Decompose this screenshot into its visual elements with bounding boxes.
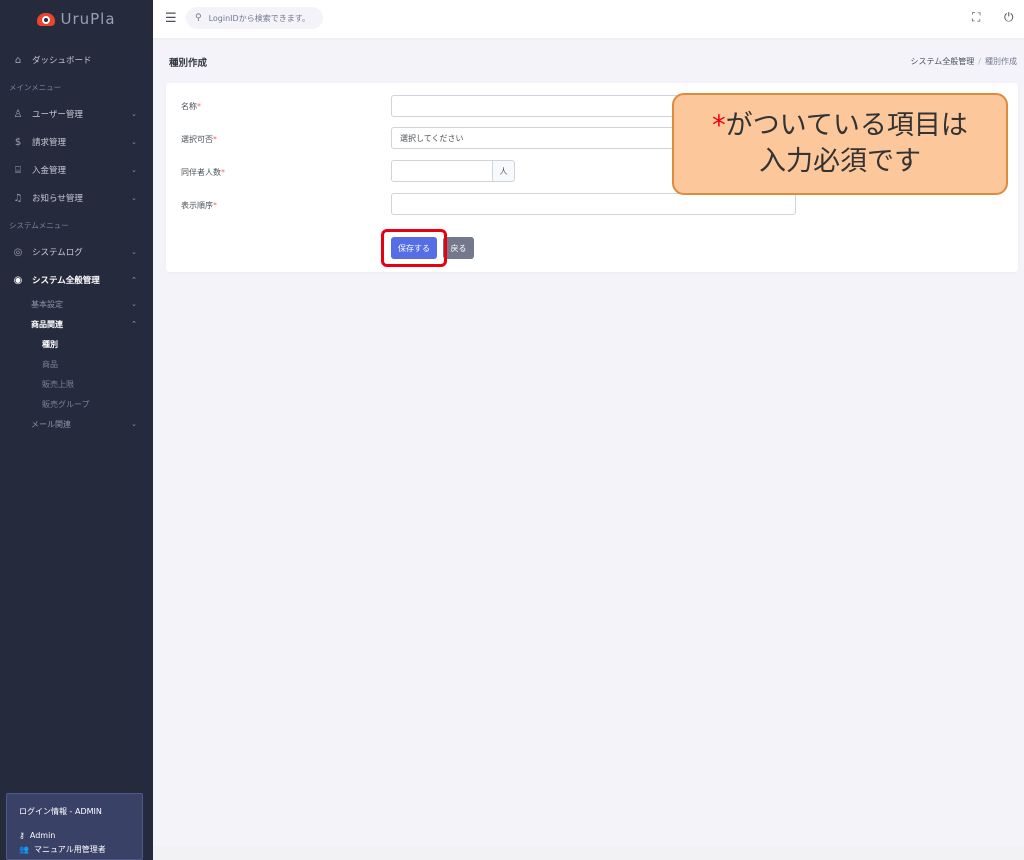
fullscreen-icon[interactable]: ⛶ bbox=[972, 10, 980, 25]
sidebar-sub-mail[interactable]: メール関連 ⌄ bbox=[0, 414, 153, 434]
select-label: 選択可否* bbox=[181, 135, 217, 144]
chevron-down-icon: ⌄ bbox=[131, 248, 137, 256]
sidebar-sub-label: 基本設定 bbox=[31, 299, 63, 309]
back-button[interactable]: 戻る bbox=[443, 237, 474, 259]
login-user: Admin bbox=[29, 831, 56, 840]
chevron-down-icon: ⌄ bbox=[131, 300, 137, 308]
order-label: 表示順序* bbox=[181, 201, 217, 210]
key-icon: ⚷ bbox=[19, 831, 25, 840]
chevron-down-icon: ⌄ bbox=[131, 110, 137, 118]
chevron-down-icon: ⌄ bbox=[131, 166, 137, 174]
topbar: ☰ ⚲ LoginIDから検索できます。 ⛶ ⏻ bbox=[153, 0, 1024, 38]
sidebar-sub-products[interactable]: 商品関連 ⌃ bbox=[0, 314, 153, 334]
home-icon: ⌂ bbox=[14, 54, 22, 66]
companion-unit: 人 bbox=[493, 160, 515, 182]
page-title: 種別作成 bbox=[169, 58, 208, 69]
globe-icon: ◉ bbox=[13, 274, 23, 286]
sidebar-item-syslog[interactable]: ◎ システムログ ⌄ bbox=[0, 238, 153, 266]
sidebar-sub-basic[interactable]: 基本設定 ⌄ bbox=[0, 294, 153, 314]
sidebar-subsub-limit[interactable]: 販売上限 bbox=[0, 374, 153, 394]
sidebar-item-users[interactable]: ♙ ユーザー管理 ⌄ bbox=[0, 100, 153, 128]
search-icon: ⚲ bbox=[195, 13, 202, 23]
sidebar-item-dashboard[interactable]: ⌂ ダッシュボード bbox=[0, 46, 153, 74]
select-value: 選択してください bbox=[400, 133, 464, 143]
required-note-callout: *がついている項目は 入力必須です bbox=[672, 93, 1008, 195]
login-role-row: 👥 マニュアル用管理者 bbox=[19, 844, 130, 855]
sidebar-item-notices[interactable]: ♫ お知らせ管理 ⌄ bbox=[0, 184, 153, 212]
breadcrumb: システム全般管理 / 種別作成 bbox=[911, 56, 1017, 67]
user-icon: ♙ bbox=[13, 108, 23, 120]
users-icon: 👥 bbox=[19, 845, 29, 854]
callout-star: * bbox=[712, 110, 726, 141]
callout-line-2: 入力必須です bbox=[759, 146, 921, 177]
login-info-title: ログイン情報 - ADMIN bbox=[19, 807, 102, 816]
sidebar-item-label: 請求管理 bbox=[32, 138, 67, 148]
sidebar-item-billing[interactable]: $ 請求管理 ⌄ bbox=[0, 128, 153, 156]
sidebar-item-payments[interactable]: ⌸ 入金管理 ⌄ bbox=[0, 156, 153, 184]
chevron-down-icon: ⌄ bbox=[131, 420, 137, 428]
power-icon[interactable]: ⏻ bbox=[1004, 10, 1014, 25]
chevron-down-icon: ⌄ bbox=[131, 138, 137, 146]
brand-name: UruPla bbox=[60, 10, 116, 28]
sidebar-sub-label: メール関連 bbox=[31, 419, 71, 429]
sidebar-item-sysadmin[interactable]: ◉ システム全般管理 ⌃ bbox=[0, 266, 153, 294]
login-user-row: ⚷ Admin bbox=[19, 831, 130, 840]
callout-line-1: *がついている項目は bbox=[712, 108, 968, 144]
chevron-up-icon: ⌃ bbox=[131, 276, 137, 284]
sidebar-subsub-product[interactable]: 商品 bbox=[0, 354, 153, 374]
sidebar-subsub-group[interactable]: 販売グループ bbox=[0, 394, 153, 414]
sidebar-item-label: ユーザー管理 bbox=[32, 110, 83, 120]
name-label: 名称* bbox=[181, 102, 201, 111]
callout-text-1: がついている項目は bbox=[725, 110, 968, 141]
footer bbox=[153, 846, 1024, 860]
chevron-up-icon: ⌃ bbox=[131, 320, 137, 328]
companion-field[interactable] bbox=[391, 160, 493, 182]
bell-icon: ♫ bbox=[13, 192, 23, 204]
sidebar-item-label: システムログ bbox=[32, 248, 83, 258]
highlight-frame bbox=[381, 229, 447, 267]
sidebar: UruPla ⌂ ダッシュボード メインメニュー ♙ ユーザー管理 ⌄ $ 請求… bbox=[0, 0, 153, 860]
chevron-down-icon: ⌄ bbox=[131, 194, 137, 202]
logo-icon bbox=[37, 11, 56, 27]
dollar-icon: $ bbox=[14, 136, 22, 148]
sidebar-sub-label: 商品関連 bbox=[31, 319, 63, 329]
globe-icon: ◎ bbox=[13, 246, 23, 258]
login-info-panel: ログイン情報 - ADMIN ⚷ Admin 👥 マニュアル用管理者 bbox=[6, 793, 143, 860]
companion-label: 同伴者人数* bbox=[181, 168, 225, 177]
breadcrumb-current: 種別作成 bbox=[985, 57, 1017, 66]
sidebar-nav: ⌂ ダッシュボード メインメニュー ♙ ユーザー管理 ⌄ $ 請求管理 ⌄ ⌸ … bbox=[0, 38, 153, 434]
bank-icon: ⌸ bbox=[15, 164, 21, 176]
menu-toggle-icon[interactable]: ☰ bbox=[165, 11, 177, 26]
sidebar-item-label: 入金管理 bbox=[32, 166, 67, 176]
search-placeholder: LoginIDから検索できます。 bbox=[208, 13, 310, 23]
sidebar-item-label: ダッシュボード bbox=[32, 56, 92, 66]
sidebar-item-label: お知らせ管理 bbox=[32, 194, 83, 204]
order-field[interactable] bbox=[391, 193, 796, 215]
sidebar-item-label: システム全般管理 bbox=[32, 276, 100, 286]
section-system-menu: システムメニュー bbox=[9, 220, 69, 230]
breadcrumb-separator: / bbox=[978, 57, 981, 66]
brand-logo[interactable]: UruPla bbox=[0, 0, 153, 38]
login-role: マニュアル用管理者 bbox=[33, 845, 106, 854]
breadcrumb-parent[interactable]: システム全般管理 bbox=[911, 57, 975, 66]
sidebar-subsub-type[interactable]: 種別 bbox=[0, 334, 153, 354]
section-main-menu: メインメニュー bbox=[9, 82, 62, 92]
search-input[interactable]: ⚲ LoginIDから検索できます。 bbox=[186, 7, 323, 29]
